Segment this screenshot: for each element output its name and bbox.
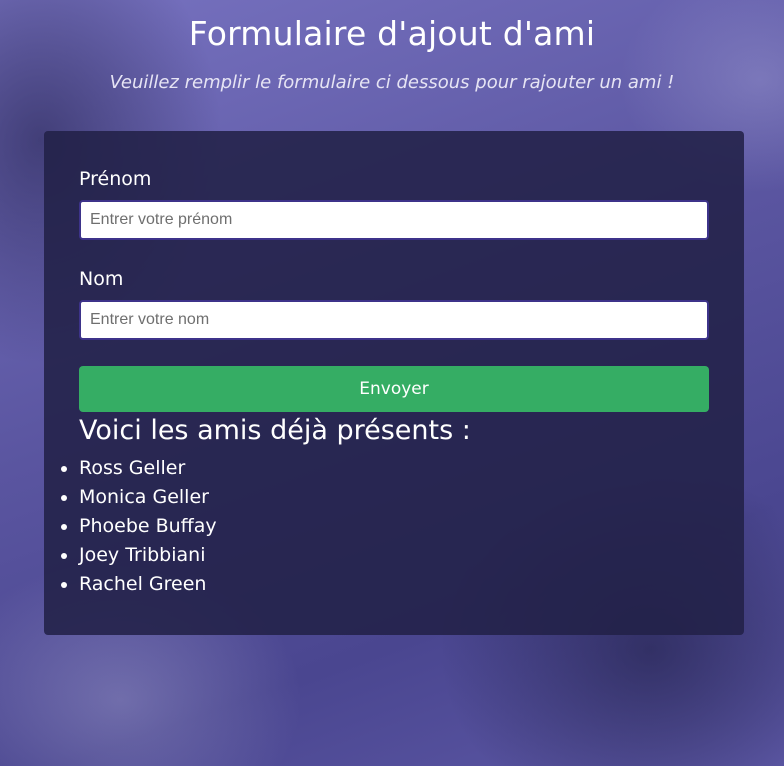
first-name-input[interactable] (79, 200, 709, 240)
friend-item: Phoebe Buffay (61, 512, 217, 541)
first-name-label: Prénom (79, 168, 152, 190)
friend-item: Joey Tribbiani (61, 541, 217, 570)
form-card: Prénom Nom Envoyer Voici les amis déjà p… (44, 131, 744, 635)
friends-list: Ross Geller Monica Geller Phoebe Buffay … (61, 454, 217, 599)
last-name-label: Nom (79, 268, 124, 290)
submit-button[interactable]: Envoyer (79, 366, 709, 412)
page-title: Formulaire d'ajout d'ami (188, 14, 596, 53)
friend-item: Monica Geller (61, 483, 217, 512)
page-subtitle: Veuillez remplir le formulaire ci dessou… (109, 72, 675, 93)
friends-heading: Voici les amis déjà présents : (79, 415, 471, 446)
friend-item: Rachel Green (61, 570, 217, 599)
last-name-input[interactable] (79, 300, 709, 340)
friend-item: Ross Geller (61, 454, 217, 483)
